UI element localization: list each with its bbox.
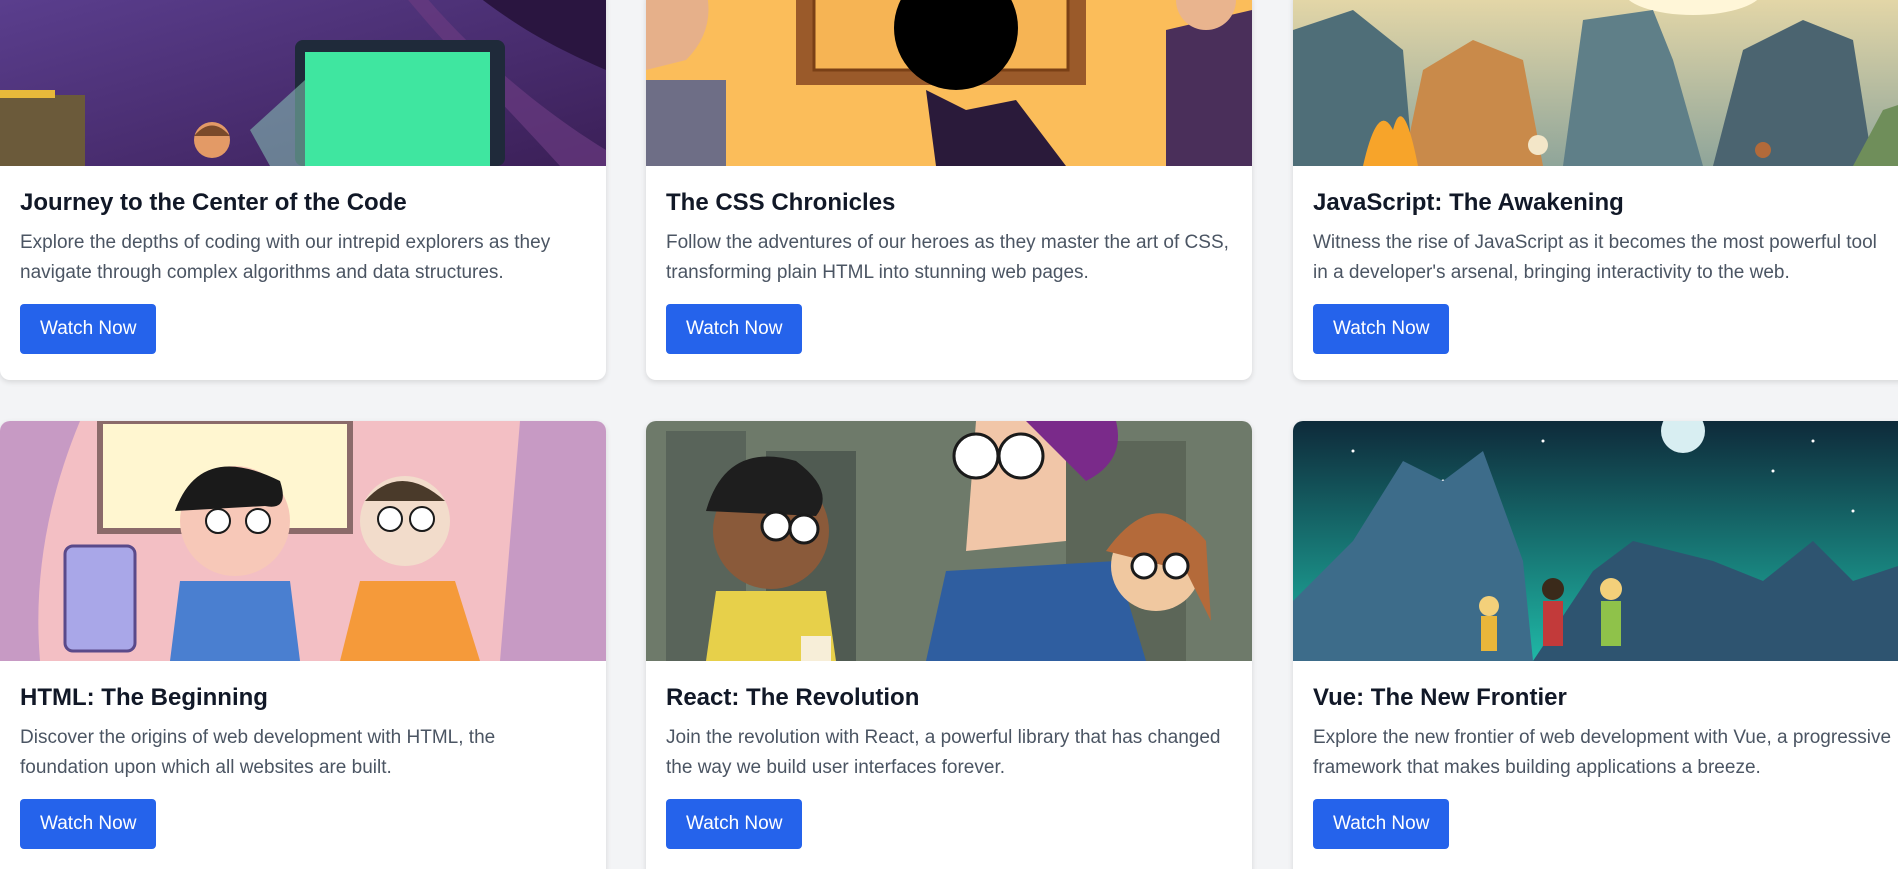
night-mountain-illustration <box>1293 421 1898 661</box>
watch-now-button[interactable]: Watch Now <box>666 799 803 849</box>
episode-description: Explore the new frontier of web developm… <box>1313 727 1892 778</box>
watch-now-button[interactable]: Watch Now <box>1313 799 1450 849</box>
episode-description: Explore the depths of coding with our in… <box>20 232 551 283</box>
episode-title: Vue: The New Frontier <box>1313 684 1567 711</box>
episode-title: HTML: The Beginning <box>20 684 268 711</box>
watch-now-button[interactable]: Watch Now <box>20 799 157 849</box>
episode-card: HTML: The Beginning Discover the origins… <box>0 421 606 869</box>
episode-title: The CSS Chronicles <box>666 189 896 216</box>
episode-description: Discover the origins of web development … <box>20 727 496 778</box>
episode-card: Vue: The New Frontier Explore the new fr… <box>1293 421 1898 869</box>
episode-description: Join the revolution with React, a powerf… <box>666 727 1221 778</box>
episode-title: Journey to the Center of the Code <box>20 189 407 216</box>
episode-card: JavaScript: The Awakening Witness the ri… <box>1293 0 1898 380</box>
episode-grid: Journey to the Center of the Code Explor… <box>0 0 1898 869</box>
watch-now-button[interactable]: Watch Now <box>666 304 803 354</box>
two-kids-computer-illustration <box>0 421 606 661</box>
episode-card: React: The Revolution Join the revolutio… <box>646 421 1252 869</box>
episode-card: The CSS Chronicles Follow the adventures… <box>646 0 1252 380</box>
episode-title: React: The Revolution <box>666 684 920 711</box>
city-characters-illustration <box>646 421 1252 661</box>
characters-illustration <box>646 0 1252 166</box>
episode-description: Witness the rise of JavaScript as it bec… <box>1313 232 1877 283</box>
episode-description: Follow the adventures of our heroes as t… <box>666 232 1229 283</box>
episode-card: Journey to the Center of the Code Explor… <box>0 0 606 380</box>
canyon-campfire-illustration <box>1293 0 1898 166</box>
watch-now-button[interactable]: Watch Now <box>1313 304 1450 354</box>
episode-title: JavaScript: The Awakening <box>1313 189 1624 216</box>
computer-screen-illustration <box>0 0 606 166</box>
watch-now-button[interactable]: Watch Now <box>20 304 157 354</box>
